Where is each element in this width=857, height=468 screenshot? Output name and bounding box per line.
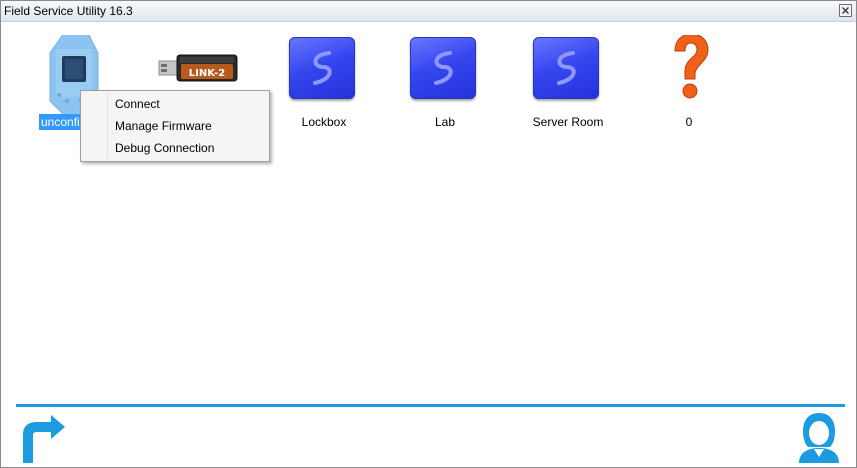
blue-tile-icon [395, 35, 495, 109]
tile-bg [533, 37, 599, 99]
support-agent-icon [799, 413, 839, 463]
back-button[interactable] [15, 415, 67, 465]
device-label-unknown: 0 [685, 115, 693, 129]
device-label-unconfigured[interactable]: unconfigured [39, 114, 83, 130]
swirl-icon [557, 51, 576, 85]
menu-item-manage-firmware[interactable]: Manage Firmware [83, 115, 267, 137]
tile-bg [410, 37, 476, 99]
device-lab[interactable]: Lab [395, 35, 495, 135]
blue-tile-icon [274, 35, 374, 109]
device-label-lab: Lab [434, 115, 456, 129]
support-button[interactable] [795, 411, 843, 465]
swirl-icon [313, 51, 332, 85]
title-bar: Field Service Utility 16.3 [1, 1, 856, 22]
window-title: Field Service Utility 16.3 [4, 4, 133, 18]
tile-bg [289, 37, 355, 99]
close-button[interactable] [839, 4, 852, 17]
blue-tile-icon [518, 35, 618, 109]
device-lockbox[interactable]: Lockbox [274, 35, 374, 135]
close-icon [842, 7, 849, 14]
device-unknown[interactable]: 0 [639, 33, 739, 135]
menu-item-connect[interactable]: Connect [83, 93, 267, 115]
footer-divider [16, 404, 845, 407]
context-menu: Connect Manage Firmware Debug Connection [80, 90, 270, 162]
swirl-icon [434, 51, 453, 85]
question-mark-icon [639, 33, 739, 109]
app-window: Field Service Utility 16.3 unconfigured [0, 0, 857, 468]
menu-item-debug-connection[interactable]: Debug Connection [83, 137, 267, 159]
device-server-room[interactable]: Server Room [518, 35, 618, 135]
device-label-server-room: Server Room [532, 115, 604, 129]
back-arrow-icon [23, 415, 65, 463]
link2-badge-text: LINK-2 [189, 68, 225, 79]
device-label-lockbox: Lockbox [301, 115, 347, 129]
